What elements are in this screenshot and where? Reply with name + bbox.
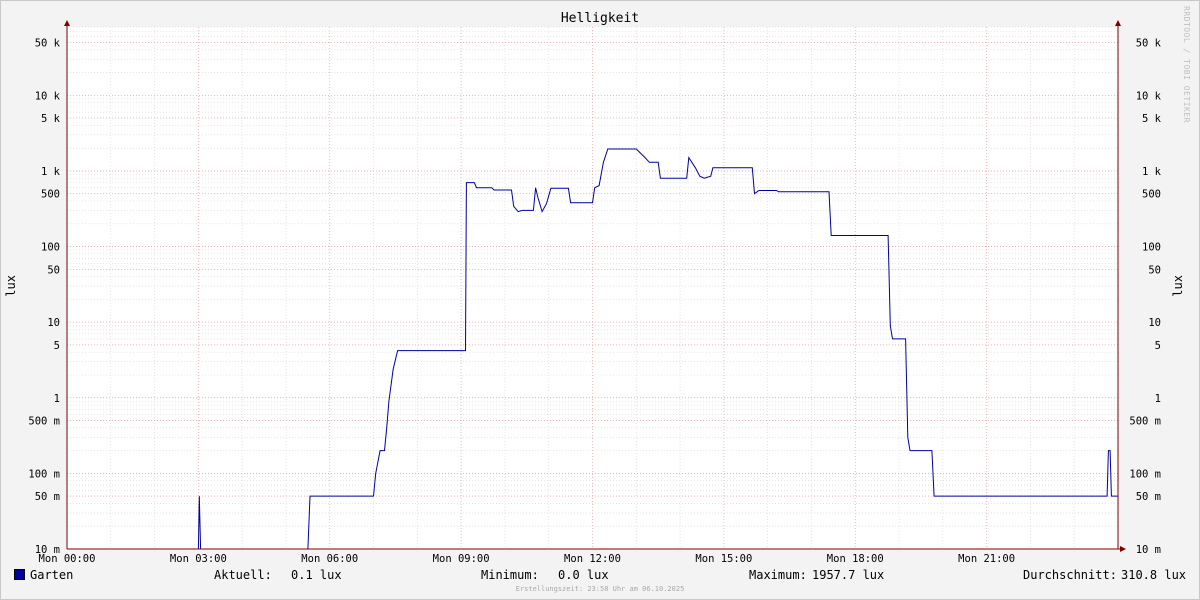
legend-swatch-garten (14, 569, 25, 580)
footer-timestamp: Erstellungszeit: 23:58 Uhr am 06.10.2025 (515, 585, 685, 593)
y-ticks-right: 10 m 50 m 100 m 500 m 1 5 10 50 100 500 1 k 5 k 10 k… (1129, 37, 1161, 556)
y-tick-label-right: 1 k (1142, 166, 1162, 178)
y-tick-label-right: 500 (1142, 189, 1161, 201)
chart-canvas: 10 m 50 m 100 m 500 m 1 5 10 50 100 500 1 k 5 k 10 k… (28, 20, 1162, 565)
y-tick-label-right: 50 k (1136, 37, 1162, 49)
legend-min-label: Minimum: (481, 568, 539, 582)
y-tick-label-right: 50 m (1136, 491, 1161, 503)
legend-current-value: 0.1 lux (291, 568, 342, 582)
legend-avg-label: Durchschnitt: (1023, 568, 1117, 582)
y-tick-label-right: 5 k (1142, 113, 1162, 125)
y-tick-label-left: 1 k (41, 166, 61, 178)
y-tick-label-right: 1 (1155, 393, 1161, 405)
y-tick-label-right: 100 (1142, 242, 1161, 254)
x-tick-label: Mon 06:00 (301, 553, 358, 565)
x-axis-arrow (1120, 546, 1126, 552)
legend-max-label: Maximum: (749, 568, 807, 582)
y-tick-label-right: 10 (1148, 317, 1161, 329)
x-tick-label: Mon 12:00 (564, 553, 621, 565)
y-tick-label-left: 500 (41, 189, 60, 201)
y-tick-label-left: 50 (47, 264, 60, 276)
x-tick-label: Mon 09:00 (433, 553, 490, 565)
y-tick-label-left: 100 (41, 242, 60, 254)
legend-current-label: Aktuell: (214, 568, 272, 582)
x-tick-label: Mon 00:00 (39, 553, 96, 565)
x-tick-label: Mon 03:00 (170, 553, 227, 565)
legend-series-name: Garten (30, 568, 74, 582)
legend-min-value: 0.0 lux (558, 568, 609, 582)
x-tick-label: Mon 15:00 (695, 553, 752, 565)
y-tick-label-right: 10 k (1136, 90, 1162, 102)
x-tick-label: Mon 21:00 (958, 553, 1015, 565)
y-tick-label-left: 1 (54, 393, 60, 405)
y-tick-label-left: 5 (54, 340, 60, 352)
y-axis-arrow-right (1115, 20, 1121, 26)
y-ticks-left: 10 m50 m100 m500 m1510501005001 k5 k10 k… (28, 37, 60, 556)
y-tick-label-right: 50 (1148, 264, 1161, 276)
legend-avg-value: 310.8 lux (1121, 568, 1187, 582)
y-tick-label-left: 10 k (35, 90, 61, 102)
x-tick-label: Mon 18:00 (827, 553, 884, 565)
legend-max-value: 1957.7 lux (812, 568, 885, 582)
y-tick-label-left: 500 m (28, 416, 60, 428)
x-ticks: Mon 00:00 Mon 03:00 Mon 06:00 Mon 09:00 Mon … (39, 553, 1016, 565)
y-tick-label-right: 100 m (1129, 468, 1161, 480)
y-tick-label-right: 10 m (1136, 544, 1161, 556)
y-tick-label-left: 50 m (35, 491, 60, 503)
y-axis-arrow-left (64, 20, 70, 26)
y-tick-label-left: 10 (47, 317, 60, 329)
y-tick-label-right: 500 m (1129, 416, 1161, 428)
y-tick-label-right: 5 (1155, 340, 1161, 352)
y-tick-label-left: 50 k (35, 37, 61, 49)
y-tick-label-left: 5 k (41, 113, 61, 125)
y-tick-label-left: 100 m (28, 468, 60, 480)
